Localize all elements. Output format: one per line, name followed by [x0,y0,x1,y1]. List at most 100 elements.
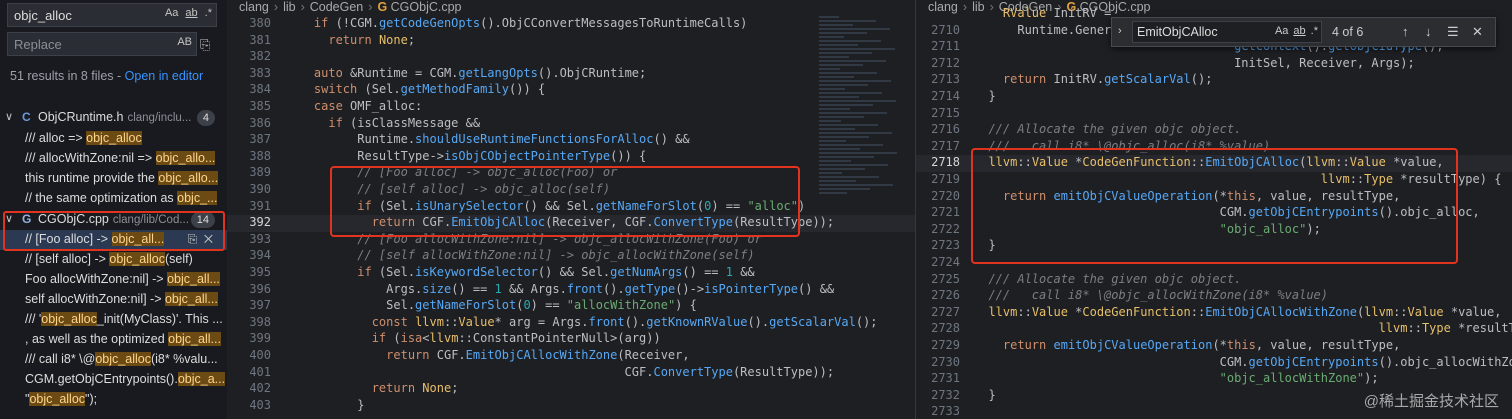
code-line[interactable]: 382 [227,49,915,66]
code-line[interactable]: 385 case OMF_alloc: [227,99,915,116]
line-number: 395 [249,265,271,279]
minimap[interactable] [819,16,899,196]
search-result-item[interactable]: // [self alloc] -> objc_alloc(self) [0,250,227,270]
code-line[interactable]: 381 return None; [227,33,915,50]
find-in-selection-icon[interactable]: ☰ [1447,24,1459,40]
code-line[interactable]: 2713 return InitRV.getScalarVal(); [916,72,1512,89]
code-line[interactable]: 387 Runtime.shouldUseRuntimeFunctionsFor… [227,132,915,149]
minimap-line [819,108,850,110]
code-line[interactable]: 2729 return emitObjCValueOperation(*this… [916,338,1512,355]
code-line[interactable]: 2712 InitSel, Receiver, Args); [916,56,1512,73]
dismiss-icon[interactable]: ✕ [204,232,213,246]
minimap-line [819,68,840,70]
minimap-line [819,52,872,54]
breadcrumb-item[interactable]: CGObjC.cpp [391,0,462,14]
code-line[interactable]: 391 if (Sel.isUnarySelector() && Sel.get… [227,199,915,216]
search-result-item[interactable]: /// alloc => objc_alloc [0,129,227,149]
code-line[interactable]: 383 auto &Runtime = CGM.getLangOpts().Ob… [227,66,915,83]
code-line[interactable]: 2730 CGM.getObjCEntrypoints().objc_alloc… [916,355,1512,372]
search-result-item[interactable]: "objc_alloc"); [0,390,227,410]
arrow-down-icon[interactable]: ↓ [1425,24,1432,39]
search-result-text: self allocWithZone:nil] -> objc_all... [25,292,218,306]
close-icon[interactable]: ✕ [1472,24,1483,40]
search-result-item[interactable]: // the same optimization as objc_... [0,189,227,209]
code-line[interactable]: 389 // [Foo alloc] -> objc_alloc(Foo) or [227,165,915,182]
editor-right[interactable]: clang › lib › CodeGen › G CGObjC.cpp RValue In… [915,0,1512,419]
match-case-icon[interactable]: Aa [165,7,178,19]
search-result-item[interactable]: this runtime provide the objc_allo... [0,169,227,189]
code-line[interactable]: 390 // [self alloc] -> objc_alloc(self) [227,182,915,199]
regex-icon[interactable]: .* [1311,25,1318,37]
code-line[interactable]: 399 if (isa<llvm::ConstantPointerNull>(a… [227,331,915,348]
replace-icon[interactable]: ⎘ [188,232,198,246]
search-result-item[interactable]: // [Foo alloc] -> objc_all... ⎘ ✕ [0,230,227,250]
code-line[interactable]: 2721 CGM.getObjCEntrypoints().objc_alloc… [916,205,1512,222]
code-line[interactable]: 384 switch (Sel.getMethodFamily()) { [227,82,915,99]
code-line[interactable]: 401 CGF.ConvertType(ResultType)); [227,365,915,382]
regex-icon[interactable]: .* [205,7,212,19]
code-line[interactable]: 2724 [916,255,1512,272]
code-line[interactable]: 2714 } [916,89,1512,106]
line-number: 2733 [931,404,960,419]
code-line[interactable]: 2716 /// Allocate the given objc object. [916,122,1512,139]
match-case-icon[interactable]: Aa [1275,25,1288,37]
code-line[interactable]: 380 if (!CGM.getCodeGenOpts().ObjCConver… [227,16,915,33]
code-line[interactable]: 2723 } [916,238,1512,255]
code-line[interactable]: 394 // [self allocWithZone:nil] -> objc_… [227,248,915,265]
file-row-objcruntime[interactable]: ∨ C ObjCRuntime.h clang/inclu... 4 [0,108,227,129]
preserve-case-icon[interactable]: AB [177,36,192,48]
breadcrumb-item[interactable]: lib [283,0,296,14]
code-line[interactable]: 396 Args.size() == 1 && Args.front().get… [227,282,915,299]
search-input[interactable]: objc_alloc Aa ab .* [7,3,217,27]
breadcrumb-item[interactable]: clang [239,0,269,14]
code-line[interactable]: 395 if (Sel.isKeywordSelector() && Sel.g… [227,265,915,282]
minimap-line [819,160,851,162]
code-line[interactable]: 2719 llvm::Type *resultType) { [916,172,1512,189]
code-line[interactable]: 2725 /// Allocate the given objc object. [916,272,1512,289]
chevron-down-icon[interactable]: ∨ [5,212,13,225]
whole-word-icon[interactable]: ab [1293,25,1305,37]
code-line[interactable]: 386 if (isClassMessage && [227,116,915,133]
code-line[interactable]: 2731 "objc_allocWithZone"); [916,371,1512,388]
search-result-item[interactable]: /// allocWithZone:nil => objc_allo... [0,149,227,169]
line-number: 2711 [931,39,960,54]
replace-input[interactable]: Replace AB [7,32,197,56]
find-toggles: Aa ab .* [1275,25,1318,37]
minimap-line [819,60,886,62]
code-line[interactable]: 2728 llvm::Type *resultType) { [916,321,1512,338]
open-in-editor-link[interactable]: Open in editor [125,69,204,83]
code-line[interactable]: 388 ResultType->isObjCObjectPointerType(… [227,149,915,166]
find-input[interactable]: EmitObjCAlloc Aa ab .* [1132,21,1322,43]
search-result-item[interactable]: CGM.getObjCEntrypoints().objc_a... [0,370,227,390]
code-line[interactable]: 2727 llvm::Value *CodeGenFunction::EmitO… [916,305,1512,322]
code-line[interactable]: 2717 /// call i8* \@objc_alloc(i8* %valu… [916,139,1512,156]
code-line[interactable]: 398 const llvm::Value* arg = Args.front(… [227,315,915,332]
search-result-item[interactable]: /// 'objc_alloc_init(MyClass)'. This ... [0,310,227,330]
code-line[interactable]: 397 Sel.getNameForSlot(0) == "allocWithZ… [227,298,915,315]
code-line[interactable]: 403 } [227,398,915,415]
code-line[interactable]: 2722 "objc_alloc"); [916,222,1512,239]
breadcrumb-item[interactable]: CodeGen [310,0,364,14]
search-result-item[interactable]: Foo allocWithZone:nil] -> objc_all... [0,270,227,290]
code-line[interactable]: 2718 llvm::Value *CodeGenFunction::EmitO… [916,155,1512,173]
minimap-line [819,168,865,170]
toggle-replace-icon[interactable]: › [1118,25,1122,37]
code-line[interactable]: 393 // [Foo allocWithZone:nil] -> objc_a… [227,232,915,249]
editor-left[interactable]: clang › lib › CodeGen › G CGObjC.cpp 380 if (!… [227,0,915,419]
search-result-item[interactable]: self allocWithZone:nil] -> objc_all... [0,290,227,310]
code-line[interactable]: 392 return CGF.EmitObjCAlloc(Receiver, C… [227,215,915,233]
file-row-cgobjc[interactable]: ∨ G CGObjC.cpp clang/lib/Cod... 14 [0,210,227,231]
chevron-down-icon[interactable]: ∨ [5,110,13,123]
whole-word-icon[interactable]: ab [185,7,197,19]
code-line[interactable]: 2720 return emitObjCValueOperation(*this… [916,189,1512,206]
code-line[interactable]: 2726 /// call i8* \@objc_allocWithZone(i… [916,288,1512,305]
code-line[interactable]: 2715 [916,106,1512,123]
arrow-up-icon[interactable]: ↑ [1402,24,1409,39]
code-line[interactable]: 400 return CGF.EmitObjCAllocWithZone(Rec… [227,348,915,365]
search-result-item[interactable]: /// call i8* \@objc_alloc(i8* %valu... [0,350,227,370]
replace-all-icon[interactable]: ⎘ [200,37,210,53]
search-result-item[interactable]: , as well as the optimized objc_all... [0,330,227,350]
code-line[interactable]: 402 return None; [227,381,915,398]
result-prefix: /// call i8* \@ [25,352,96,366]
minimap-line [819,16,839,18]
